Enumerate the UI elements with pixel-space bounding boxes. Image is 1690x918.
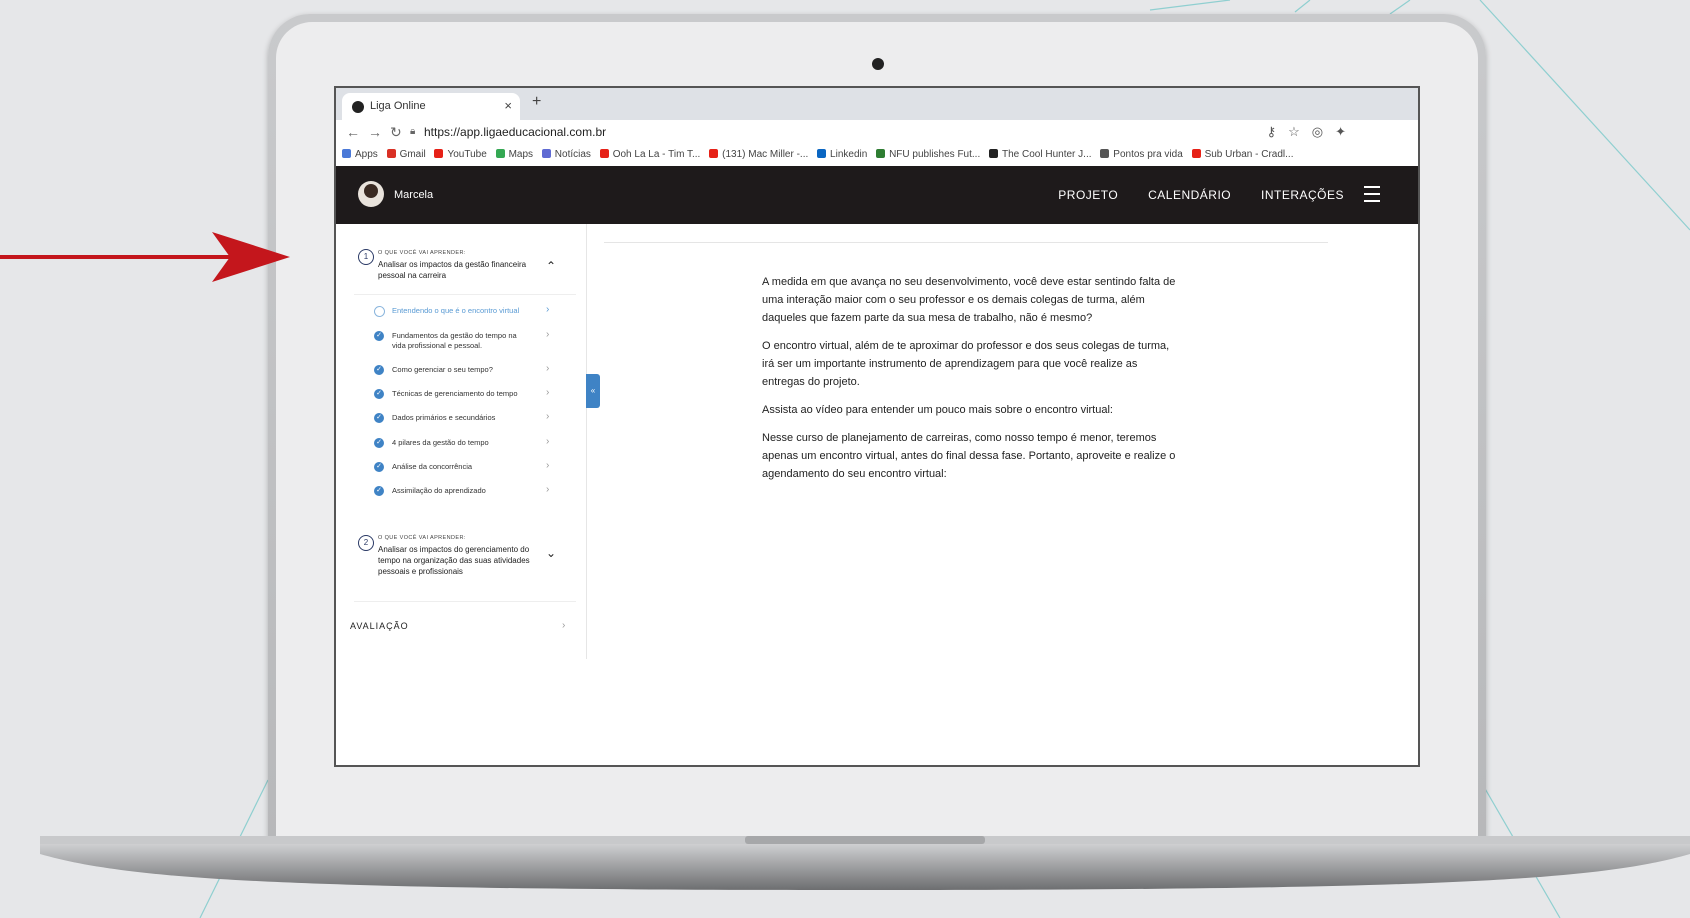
bookmark-nfu[interactable]: NFU publishes Fut... [876,149,980,160]
bookmark-apps[interactable]: Apps [342,149,378,160]
content-paragraph: Assista ao vídeo para entender um pouco … [762,404,1113,416]
chevron-up-icon[interactable]: ⌃ [546,259,556,273]
lesson-label: Como gerenciar o seu tempo? [392,365,493,374]
user-name: Marcela [394,189,434,201]
globe-icon [1100,149,1110,158]
lesson-label: Fundamentos da gestão do tempo na vida p… [392,331,517,350]
check-circle-icon: ✓ [374,365,384,375]
check-circle-icon: ✓ [374,462,384,472]
section-kicker: O QUE VOCÊ VAI APRENDER: [378,535,466,541]
gmail-icon [386,149,396,158]
nav-calendario[interactable]: CALENDÁRIO [1148,188,1231,202]
maps-icon [495,149,505,158]
evaluation-link[interactable]: AVALIAÇÃO [350,621,409,631]
close-tab-icon[interactable]: × [504,98,512,113]
browser-tab[interactable]: Liga Online × [342,93,520,120]
lesson-label: Assimilação do aprendizado [392,486,486,495]
lesson-label: Entendendo o que é o encontro virtual [392,306,520,315]
profile-icon[interactable]: ◎ [1312,124,1335,139]
bookmarks-bar: Apps Gmail YouTube Maps Notícias Ooh La … [336,146,1418,167]
url-field[interactable]: https://app.ligaeducacional.com.br [424,125,606,139]
chevron-right-icon: › [546,304,550,315]
liga-favicon-icon [352,101,364,113]
check-circle-icon: ✓ [374,486,384,496]
linkedin-icon [817,149,827,158]
nav-projeto[interactable]: PROJETO [1058,188,1118,202]
pointer-arrow-icon [0,232,290,282]
avatar[interactable] [358,181,384,207]
section-number-badge: 1 [358,249,374,265]
chevron-right-icon[interactable]: › [562,620,565,631]
app-header: Marcela PROJETO CALENDÁRIO INTERAÇÕES [336,166,1418,224]
check-circle-icon: ✓ [374,438,384,448]
bookmark-youtube[interactable]: YouTube [434,149,487,160]
lesson-status-empty-icon [374,306,385,317]
chevron-right-icon: › [546,329,550,340]
menu-icon[interactable] [1364,186,1380,202]
star-icon[interactable]: ☆ [1288,124,1312,139]
youtube-icon [434,149,444,158]
bookmark-ooh-la-la[interactable]: Ooh La La - Tim T... [599,149,700,160]
chevron-right-icon: › [546,411,550,422]
chevron-right-icon: › [546,387,550,398]
reload-icon[interactable]: ↻ [390,124,402,141]
bookmark-linkedin[interactable]: Linkedin [817,149,867,160]
chevron-right-icon: › [546,363,550,374]
main-nav: PROJETO CALENDÁRIO INTERAÇÕES [1032,188,1344,202]
section-title[interactable]: Analisar os impactos do gerenciamento do… [378,544,538,577]
youtube-icon [599,149,609,158]
divider [354,601,576,602]
section-kicker: O QUE VOCÊ VAI APRENDER: [378,250,466,256]
content-divider [604,242,1328,243]
bookmark-pontos-pra-vida[interactable]: Pontos pra vida [1100,149,1183,160]
check-circle-icon: ✓ [374,413,384,423]
chevron-right-icon: › [546,436,550,447]
collapse-sidebar-button[interactable]: « [586,374,600,408]
nfu-icon [876,149,886,158]
divider [354,294,576,295]
address-bar: ← → ↻ 🔒︎ https://app.ligaeducacional.com… [336,120,1418,146]
new-tab-button[interactable]: + [532,93,541,111]
bookmark-maps[interactable]: Maps [495,149,533,160]
laptop-base [40,836,1690,890]
forward-icon[interactable]: → [368,124,382,140]
laptop-screen: Liga Online × + ← → ↻ 🔒︎ https://app.lig… [334,86,1420,767]
youtube-icon [709,149,719,158]
check-circle-icon: ✓ [374,389,384,399]
lesson-label: Técnicas de gerenciamento do tempo [392,389,518,398]
bookmark-mac-miller[interactable]: (131) Mac Miller -... [709,149,808,160]
news-icon [541,149,551,158]
content-paragraph: O encontro virtual, além de te aproximar… [762,340,1170,388]
bookmark-noticias[interactable]: Notícias [541,149,591,160]
chevron-down-icon[interactable]: ⌄ [546,546,556,560]
tab-title: Liga Online [370,100,426,112]
browser-tab-bar: Liga Online × + [336,88,1418,120]
course-sidebar: 1 O QUE VOCÊ VAI APRENDER: Analisar os i… [336,224,587,659]
chevron-right-icon: › [546,484,550,495]
content-paragraph: A medida em que avança no seu desenvolvi… [762,276,1176,324]
youtube-icon [1191,149,1201,158]
apps-icon [342,149,351,158]
lesson-label: Análise da concorrência [392,462,473,471]
bookmark-gmail[interactable]: Gmail [386,149,426,160]
chevron-right-icon: › [546,460,550,471]
lesson-label: 4 pilares da gestão do tempo [392,438,489,447]
key-icon[interactable]: ⚷ [1267,124,1289,139]
lock-icon[interactable]: 🔒︎ [410,126,415,137]
section-number-badge: 2 [358,535,374,551]
check-circle-icon: ✓ [374,331,384,341]
section-title[interactable]: Analisar os impactos da gestão financeir… [378,259,538,281]
back-icon[interactable]: ← [346,124,360,140]
lesson-content: A medida em que avança no seu desenvolvi… [762,273,1182,493]
extensions-icon[interactable]: ✦ [1335,124,1358,139]
cool-hunter-icon [989,149,999,158]
bookmark-sub-urban[interactable]: Sub Urban - Cradl... [1191,149,1294,160]
content-paragraph: Nesse curso de planejamento de carreiras… [762,432,1176,480]
bookmark-cool-hunter[interactable]: The Cool Hunter J... [989,149,1092,160]
camera-icon [872,58,884,70]
address-bar-icons: ⚷☆◎✦ [1267,124,1358,140]
lesson-label: Dados primários e secundários [392,413,496,422]
nav-interacoes[interactable]: INTERAÇÕES [1261,188,1344,202]
